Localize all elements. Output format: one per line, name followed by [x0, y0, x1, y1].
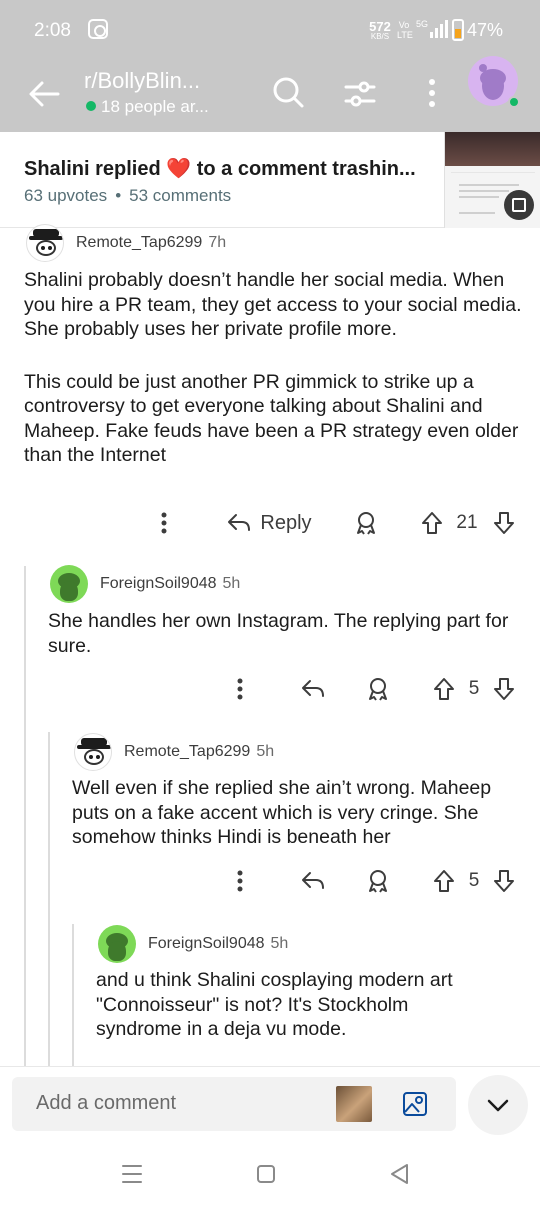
vote-count: 5 [468, 678, 480, 699]
settings-notification-icon [88, 19, 108, 39]
upvote-icon[interactable] [430, 861, 458, 901]
commenter-avatar[interactable] [26, 224, 64, 262]
app-bar: r/BollyBlin... 18 people ar... [0, 56, 540, 132]
chevron-down-icon [487, 1099, 509, 1112]
comment-body: Well even if she replied she ain’t wrong… [72, 777, 492, 848]
upvote-icon[interactable] [418, 503, 446, 543]
volte-indicator: Vo LTE [397, 20, 413, 40]
more-options-icon[interactable] [420, 76, 444, 110]
post-thumbnail[interactable] [444, 132, 540, 228]
reply-button[interactable]: Reply [222, 503, 316, 543]
reply-icon [228, 514, 251, 531]
upvote-icon[interactable] [430, 669, 458, 709]
recent-apps-icon[interactable] [120, 1162, 144, 1186]
comment-more-icon[interactable] [226, 669, 254, 709]
comment-composer: Add a comment [0, 1066, 540, 1144]
comment-body: Shalini probably doesn’t handle her soci… [24, 269, 522, 466]
post-header[interactable]: Shalini replied ❤️ to a comment trashin.… [0, 132, 540, 228]
thumbnail-text-line [459, 212, 495, 214]
vote-count: 5 [468, 870, 480, 891]
comment-body: She handles her own Instagram. The reply… [48, 610, 509, 657]
upvote-count: 63 upvotes [24, 186, 108, 205]
status-time: 2:08 [34, 20, 71, 41]
commenter-avatar[interactable] [50, 565, 88, 603]
comment-more-icon[interactable] [150, 503, 178, 543]
comment-header: ForeignSoil9048 5h [50, 565, 241, 603]
comment-header: Remote_Tap6299 7h [26, 224, 227, 262]
comment-time: 5h [222, 575, 241, 592]
status-bar: 2:08 572 KB/S Vo LTE 5G 47% [0, 0, 540, 62]
comment-count: 53 comments [129, 186, 232, 205]
comment-body: and u think Shalini cosplaying modern ar… [96, 969, 453, 1040]
subreddit-name[interactable]: r/BollyBlin... [84, 68, 200, 94]
online-status-dot [508, 96, 520, 108]
comment-actions: Reply 21 [0, 503, 540, 543]
comment-username[interactable]: Remote_Tap6299 [124, 743, 250, 761]
back-arrow-icon[interactable] [24, 74, 64, 114]
comment-username[interactable]: ForeignSoil9048 [148, 935, 265, 953]
user-avatar[interactable] [468, 56, 520, 108]
comment-time: 5h [256, 743, 275, 760]
image-upload-icon[interactable] [402, 1091, 428, 1117]
reply-icon[interactable] [298, 669, 328, 709]
comment-actions: 5 [0, 669, 540, 709]
downvote-icon[interactable] [490, 669, 518, 709]
reply-icon[interactable] [298, 861, 328, 901]
award-icon[interactable] [352, 503, 380, 543]
award-icon[interactable] [364, 861, 392, 901]
thumbnail-divider [451, 172, 535, 173]
online-dot [86, 101, 96, 111]
system-nav-bar [0, 1144, 540, 1206]
user-photo-avatar[interactable] [336, 1086, 372, 1122]
comment-more-icon[interactable] [226, 861, 254, 901]
add-comment-field[interactable]: Add a comment [12, 1077, 456, 1131]
back-nav-icon[interactable] [388, 1162, 412, 1186]
filter-icon[interactable] [342, 76, 378, 112]
comment-placeholder: Add a comment [36, 1092, 177, 1114]
comment-actions: 5 [0, 861, 540, 901]
comment-time: 5h [270, 935, 289, 952]
thread-line[interactable] [24, 566, 26, 1066]
post-meta: 63 upvotes • 53 comments [24, 186, 232, 205]
collapse-button[interactable] [468, 1075, 528, 1135]
thumbnail-text-line [459, 184, 519, 186]
gallery-icon [504, 190, 534, 220]
svg-text:5G: 5G [416, 19, 428, 29]
network-speed: 572 KB/S [369, 19, 391, 41]
comment-header: Remote_Tap6299 5h [74, 733, 275, 771]
comment-header: ForeignSoil9048 5h [98, 925, 289, 963]
comment-time: 7h [208, 234, 227, 251]
downvote-icon[interactable] [490, 861, 518, 901]
thread-line[interactable] [72, 924, 74, 1066]
signal-5g-icon: 5G [416, 19, 448, 38]
comment-username[interactable]: Remote_Tap6299 [76, 234, 202, 252]
vote-count: 21 [456, 512, 478, 533]
home-icon[interactable] [254, 1162, 278, 1186]
battery-percent: 47% [467, 20, 504, 40]
battery-icon [452, 19, 464, 41]
online-count: 18 people ar... [86, 97, 209, 117]
thumbnail-text-line [459, 190, 509, 192]
commenter-avatar[interactable] [74, 733, 112, 771]
post-title[interactable]: Shalini replied ❤️ to a comment trashin.… [24, 156, 416, 181]
search-icon[interactable] [270, 74, 306, 110]
comment-username[interactable]: ForeignSoil9048 [100, 575, 217, 593]
award-icon[interactable] [364, 669, 392, 709]
commenter-avatar[interactable] [98, 925, 136, 963]
thumbnail-photo [445, 132, 540, 166]
downvote-icon[interactable] [490, 503, 518, 543]
thumbnail-text-line [459, 196, 499, 198]
